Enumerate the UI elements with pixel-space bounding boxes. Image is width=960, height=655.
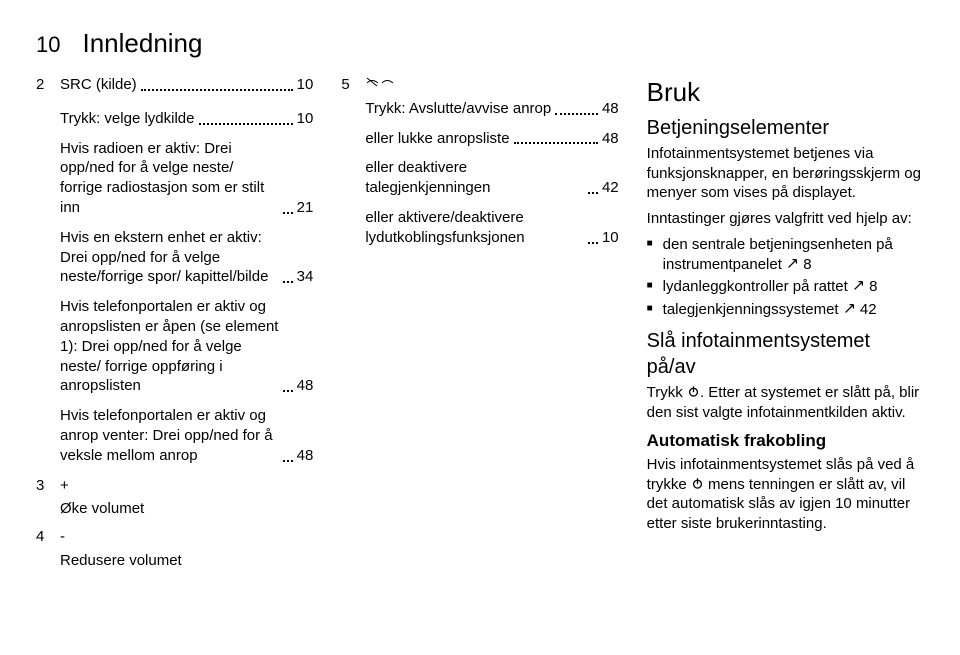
crossref-icon [786, 256, 799, 273]
toc-text: eller lukke anropsliste [365, 129, 509, 149]
toc-page: 10 [602, 228, 619, 248]
item-number: 2 [36, 75, 50, 105]
toc-entry: SRC (kilde) 10 [60, 75, 313, 95]
paragraph: Hvis infotainmentsystemet slås på ved å … [647, 455, 924, 534]
toc-leader [555, 113, 598, 115]
toc-entry: Hvis radioen er aktiv: Drei opp/ned for … [60, 139, 313, 218]
toc-text: eller deaktivere talegjenkjenningen [365, 158, 584, 198]
toc-text: Hvis en ekstern enhet er aktiv: Drei opp… [60, 228, 279, 287]
toc-page: 48 [297, 376, 314, 396]
heading-power: Slå infotainmentsystemet på/av [647, 328, 924, 381]
columns: 2 SRC (kilde) 10 Trykk: velge lydkilde 1… [36, 75, 924, 579]
item-number: 5 [341, 75, 355, 95]
column-1: 2 SRC (kilde) 10 Trykk: velge lydkilde 1… [36, 75, 313, 579]
toc-page: 10 [297, 75, 314, 95]
phone-hangup-icon [365, 75, 395, 95]
toc-leader [283, 390, 293, 392]
toc-leader [283, 281, 293, 283]
ref-page: 42 [856, 301, 877, 318]
toc-text: eller aktivere/deaktivere lydutkoblingsf… [365, 208, 584, 248]
toc-entry: eller aktivere/deaktivere lydutkoblingsf… [365, 208, 618, 248]
list-item: den sentrale betjeningsenheten på instru… [647, 235, 924, 275]
toc-leader [141, 89, 293, 91]
toc-leader [588, 192, 598, 194]
list-text: talegjenkjenningssystemet [663, 301, 843, 318]
power-icon [687, 384, 700, 401]
column-3: Bruk Betjeningselementer Infotainmentsys… [647, 75, 924, 579]
page-number: 10 [36, 32, 60, 58]
toc-entry: Trykk: velge lydkilde 10 [60, 109, 313, 129]
text: Trykk [647, 384, 687, 401]
toc-entry: eller lukke anropsliste 48 [365, 129, 618, 149]
crossref-icon [843, 301, 856, 318]
paragraph: Infotainmentsystemet betjenes via funksj… [647, 144, 924, 203]
list-text: den sentrale betjeningsenheten på instru… [663, 236, 893, 273]
list-item: lydanleggkontroller på rattet 8 [647, 277, 924, 297]
item-5-header: 5 [341, 75, 618, 95]
paragraph: Trykk . Etter at systemet er slått på, b… [647, 383, 924, 423]
toc-page: 48 [602, 99, 619, 119]
toc-text: Hvis telefonportalen er aktiv og anropsl… [60, 297, 279, 396]
list-text: lydanleggkontroller på rattet [663, 278, 852, 295]
item-4-header: 4 - [36, 527, 313, 547]
page-title: Innledning [82, 28, 202, 59]
toc-page: 10 [297, 109, 314, 129]
page-header: 10 Innledning [36, 28, 924, 59]
toc-text: Trykk: Avslutte/avvise anrop [365, 99, 551, 119]
toc-page: 42 [602, 178, 619, 198]
toc-leader [199, 123, 293, 125]
page: 10 Innledning 2 SRC (kilde) 10 Trykk: ve… [0, 0, 960, 655]
toc-entry: Hvis en ekstern enhet er aktiv: Drei opp… [60, 228, 313, 287]
toc-entry: Hvis telefonportalen er aktiv og anrop v… [60, 406, 313, 465]
toc-leader [588, 242, 598, 244]
toc-leader [283, 212, 293, 214]
toc-text: Trykk: velge lydkilde [60, 109, 195, 129]
heading-bruk: Bruk [647, 75, 924, 109]
item-key: - [60, 527, 65, 547]
toc-text: Hvis radioen er aktiv: Drei opp/ned for … [60, 139, 279, 218]
toc-entry: eller deaktivere talegjenkjenningen 42 [365, 158, 618, 198]
toc-leader [283, 460, 293, 462]
item-number: 4 [36, 527, 50, 547]
item-number: 3 [36, 476, 50, 496]
ref-page: 8 [865, 278, 878, 295]
toc-text: Hvis telefonportalen er aktiv og anrop v… [60, 406, 279, 465]
toc-entry: Hvis telefonportalen er aktiv og anropsl… [60, 297, 313, 396]
power-icon [691, 476, 704, 493]
toc-page: 48 [602, 129, 619, 149]
item-2-header: 2 SRC (kilde) 10 [36, 75, 313, 105]
heading-betjeningselementer: Betjeningselementer [647, 115, 924, 141]
crossref-icon [852, 278, 865, 295]
item-3-line: Øke volumet [60, 499, 313, 519]
bullet-list: den sentrale betjeningsenheten på instru… [647, 235, 924, 320]
toc-key: SRC (kilde) [60, 75, 137, 95]
toc-entry: Trykk: Avslutte/avvise anrop 48 [365, 99, 618, 119]
heading-auto-off: Automatisk frakobling [647, 430, 924, 452]
list-item: talegjenkjenningssystemet 42 [647, 300, 924, 320]
toc-page: 21 [297, 198, 314, 218]
item-key: + [60, 476, 69, 496]
ref-page: 8 [799, 256, 812, 273]
toc-page: 34 [297, 267, 314, 287]
toc-leader [514, 142, 598, 144]
item-3-header: 3 + [36, 476, 313, 496]
paragraph: Inntastinger gjøres valgfritt ved hjelp … [647, 209, 924, 229]
column-2: 5 Trykk: Avslutte/avvise anrop 48 eller … [341, 75, 618, 579]
item-4-line: Redusere volumet [60, 551, 313, 571]
toc-page: 48 [297, 446, 314, 466]
